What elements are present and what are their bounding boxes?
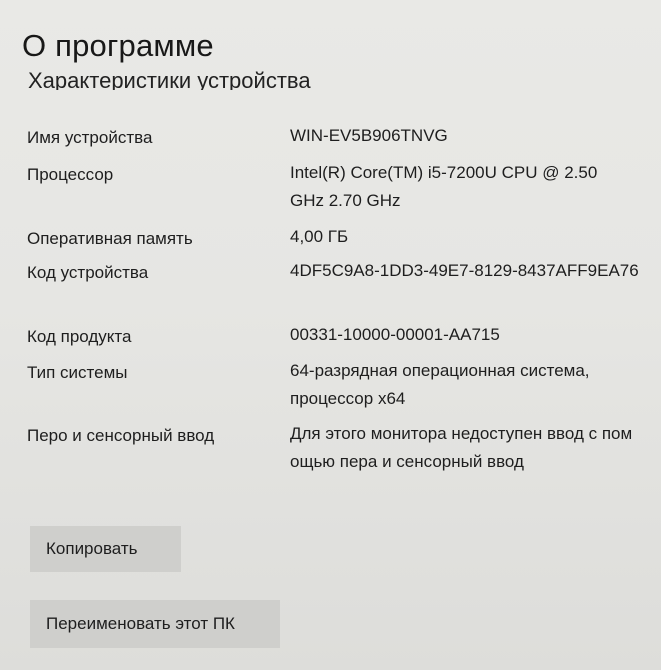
spec-label-device-id: Код устройства — [27, 263, 149, 282]
spec-value-pen-touch: Для этого монитора недоступен ввод с пом… — [290, 424, 633, 471]
spec-label-pen-touch: Перо и сенсорный ввод — [27, 426, 215, 445]
rename-pc-button[interactable]: Переименовать этот ПК — [30, 600, 280, 648]
section-heading-text: Характеристики устройства — [28, 68, 311, 90]
page-title: О программе — [22, 28, 214, 63]
spec-value-device-name: WIN-EV5B906TNVG — [290, 126, 448, 145]
spec-value-system-type: 64-разрядная операционная система, проце… — [290, 361, 590, 408]
spec-label-device-name: Имя устройства — [27, 128, 153, 147]
spec-value-device-id: 4DF5C9A8-1DD3-49E7-8129-8437AFF9EA76 — [290, 261, 639, 280]
spec-label-processor: Процессор — [27, 165, 114, 184]
section-heading-device-specs: Характеристики устройства — [28, 66, 311, 90]
spec-label-ram: Оперативная память — [27, 229, 193, 248]
spec-label-system-type: Тип системы — [27, 363, 128, 382]
copy-button[interactable]: Копировать — [30, 526, 181, 572]
about-page: О программе Характеристики устройства Им… — [0, 0, 661, 670]
spec-value-processor: Intel(R) Core(TM) i5-7200U CPU @ 2.50GHz… — [290, 163, 598, 210]
spec-value-product-id: 00331-10000-00001-AA715 — [290, 325, 500, 344]
spec-label-product-id: Код продукта — [27, 327, 132, 346]
spec-value-ram: 4,00 ГБ — [290, 227, 349, 246]
